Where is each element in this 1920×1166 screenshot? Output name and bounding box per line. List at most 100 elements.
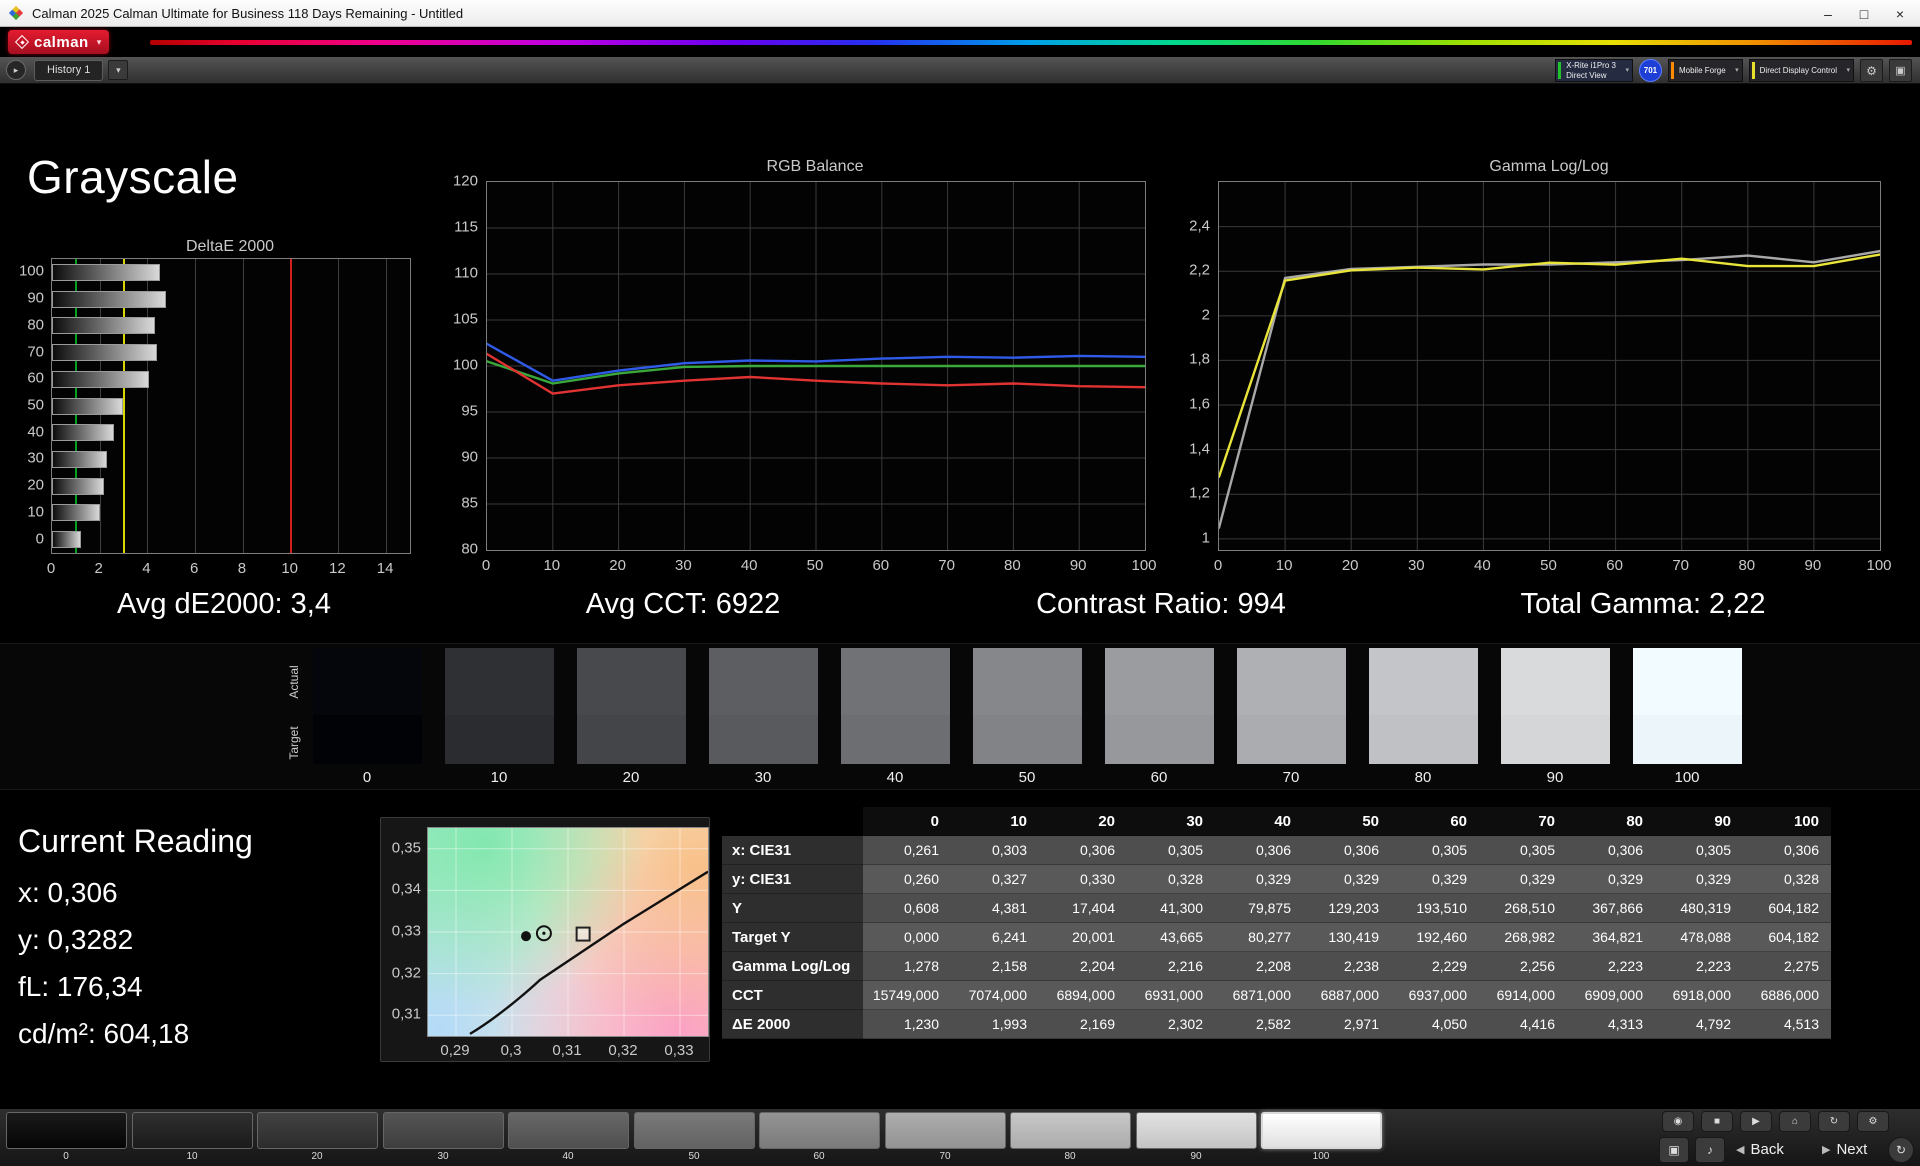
table-cell: 0,303	[951, 836, 1039, 865]
maximize-button[interactable]: □	[1846, 0, 1882, 27]
measured-point	[521, 931, 531, 942]
deltae-plot	[51, 258, 411, 554]
swatch-level-label: 50	[1018, 769, 1036, 786]
swatch-actual-color	[841, 648, 950, 716]
deltae-bar-20	[52, 477, 104, 495]
table-cell: 4,792	[1655, 1010, 1743, 1039]
gamma-plot-y-tick-label: 1,8	[1189, 350, 1210, 368]
display-control-dropdown[interactable]: Direct Display Control ▾	[1748, 59, 1854, 82]
swatch-level-label: 70	[1282, 769, 1300, 786]
settings-icon[interactable]: ⚙	[1857, 1111, 1889, 1132]
table-header-cell: 100	[1743, 807, 1831, 836]
audio-cue-button[interactable]: ♪	[1695, 1137, 1725, 1163]
meter-accent-bar	[1751, 62, 1755, 79]
table-cell: 0,328	[1127, 865, 1215, 894]
pattern-source-dropdown[interactable]: Mobile Forge ▾	[1667, 59, 1743, 82]
back-button[interactable]: ◀ Back	[1736, 1141, 1784, 1158]
table-cell: 6937,000	[1391, 981, 1479, 1010]
deltae-y-tick-label: 50	[27, 396, 44, 414]
swatch-actual-color	[445, 648, 554, 716]
gridline	[242, 259, 244, 553]
table-header-cell	[722, 807, 863, 836]
table-cell: 268,982	[1479, 923, 1567, 952]
next-button[interactable]: ▶ Next	[1822, 1141, 1867, 1158]
table-cell: 0,305	[1479, 836, 1567, 865]
swatch-actual-color	[313, 648, 422, 716]
history-panel-expand-button[interactable]: ▸	[6, 60, 26, 80]
history-nav-button[interactable]: ▾	[108, 60, 129, 80]
gridline	[195, 259, 197, 553]
swatch-actual-color	[709, 648, 818, 716]
swatch-level-label: 10	[490, 769, 508, 786]
cie-y-tick-label: 0,34	[391, 880, 421, 898]
table-cell: 0,328	[1743, 865, 1831, 894]
layout-panel-button[interactable]: ▣	[1889, 59, 1912, 82]
swatch-actual-color	[1633, 648, 1742, 716]
loop-button[interactable]: ↻	[1888, 1137, 1914, 1163]
pattern-button-50[interactable]	[634, 1112, 755, 1149]
rgb-balance-plot-x-tick-label: 50	[806, 557, 824, 574]
meter-device-dropdown[interactable]: X-Rite i1Pro 3 Direct View ▾	[1555, 59, 1633, 82]
table-cell: 4,381	[951, 894, 1039, 923]
swatch-actual-color	[577, 648, 686, 716]
chevron-down-icon: ▾	[1625, 66, 1629, 74]
table-cell: 2,229	[1391, 952, 1479, 981]
deltae-bar-60	[52, 370, 149, 388]
logo-dropdown-arrow-icon[interactable]: ▾	[97, 37, 102, 48]
capture-icon[interactable]: ◉	[1662, 1111, 1694, 1132]
swatch-target-color	[313, 715, 422, 764]
cie-x-tick-label: 0,29	[440, 1042, 470, 1059]
pattern-button-100[interactable]	[1261, 1112, 1382, 1149]
table-cell: 41,300	[1127, 894, 1215, 923]
table-header-cell: 60	[1391, 807, 1479, 836]
gamma-plot-y-tick-label: 1,4	[1189, 440, 1210, 458]
tab-history-1[interactable]: History 1	[34, 59, 104, 81]
meter-id-badge[interactable]: 701	[1638, 59, 1662, 82]
rgb-balance-plot-svg	[485, 182, 1147, 550]
table-cell: 2,256	[1479, 952, 1567, 981]
table-header-cell: 50	[1303, 807, 1391, 836]
pattern-button-30[interactable]	[383, 1112, 504, 1149]
rgb-balance-plot-y-tick-label: 100	[452, 356, 478, 374]
table-cell: 6909,000	[1567, 981, 1655, 1010]
grayscale-swatch-50	[973, 648, 1082, 764]
rgb-balance-plot	[485, 181, 1147, 551]
deltae-x-tick-label: 0	[46, 560, 56, 577]
table-cell: 0,261	[863, 836, 951, 865]
pattern-button-20[interactable]	[257, 1112, 378, 1149]
pattern-button-60[interactable]	[759, 1112, 880, 1149]
table-cell: 6894,000	[1039, 981, 1127, 1010]
pattern-button-90[interactable]	[1136, 1112, 1257, 1149]
minimize-button[interactable]: –	[1810, 0, 1846, 27]
settings-gear-button[interactable]: ⚙	[1860, 59, 1883, 82]
deltae-bar-100	[52, 263, 160, 281]
pattern-button-10[interactable]	[132, 1112, 253, 1149]
table-cell: 6,241	[951, 923, 1039, 952]
calman-logo-button[interactable]: calman ▾	[8, 30, 110, 54]
pattern-button-70[interactable]	[885, 1112, 1006, 1149]
window-pattern-button[interactable]: ▣	[1659, 1137, 1689, 1163]
stop-icon[interactable]: ■	[1701, 1111, 1733, 1132]
pattern-button-40[interactable]	[508, 1112, 629, 1149]
play-icon[interactable]: ▶	[1740, 1111, 1772, 1132]
home-icon[interactable]: ⌂	[1779, 1111, 1811, 1132]
rgb-balance-plot-y-tick-label: 110	[454, 264, 478, 282]
pattern-button-0[interactable]	[6, 1112, 127, 1149]
deltae-y-tick-label: 70	[27, 343, 44, 361]
table-cell: 604,182	[1743, 923, 1831, 952]
chevron-down-icon: ▾	[1735, 66, 1739, 74]
refresh-icon[interactable]: ↻	[1818, 1111, 1850, 1132]
grayscale-swatch-0	[313, 648, 422, 764]
close-button[interactable]: ×	[1882, 0, 1918, 27]
gamma-plot-y-tick-label: 2	[1201, 306, 1210, 324]
table-cell: 2,223	[1567, 952, 1655, 981]
deltae-chart-title: DeltaE 2000	[185, 238, 275, 255]
swatch-level-label: 100	[1674, 769, 1700, 786]
table-cell: 2,223	[1655, 952, 1743, 981]
table-cell: 0,329	[1391, 865, 1479, 894]
pattern-button-80[interactable]	[1010, 1112, 1131, 1149]
pattern-level-label: 20	[311, 1151, 323, 1162]
window-title: Calman 2025 Calman Ultimate for Business…	[32, 5, 464, 21]
back-arrow-icon: ◀	[1736, 1144, 1745, 1156]
swatch-level-label: 90	[1546, 769, 1564, 786]
